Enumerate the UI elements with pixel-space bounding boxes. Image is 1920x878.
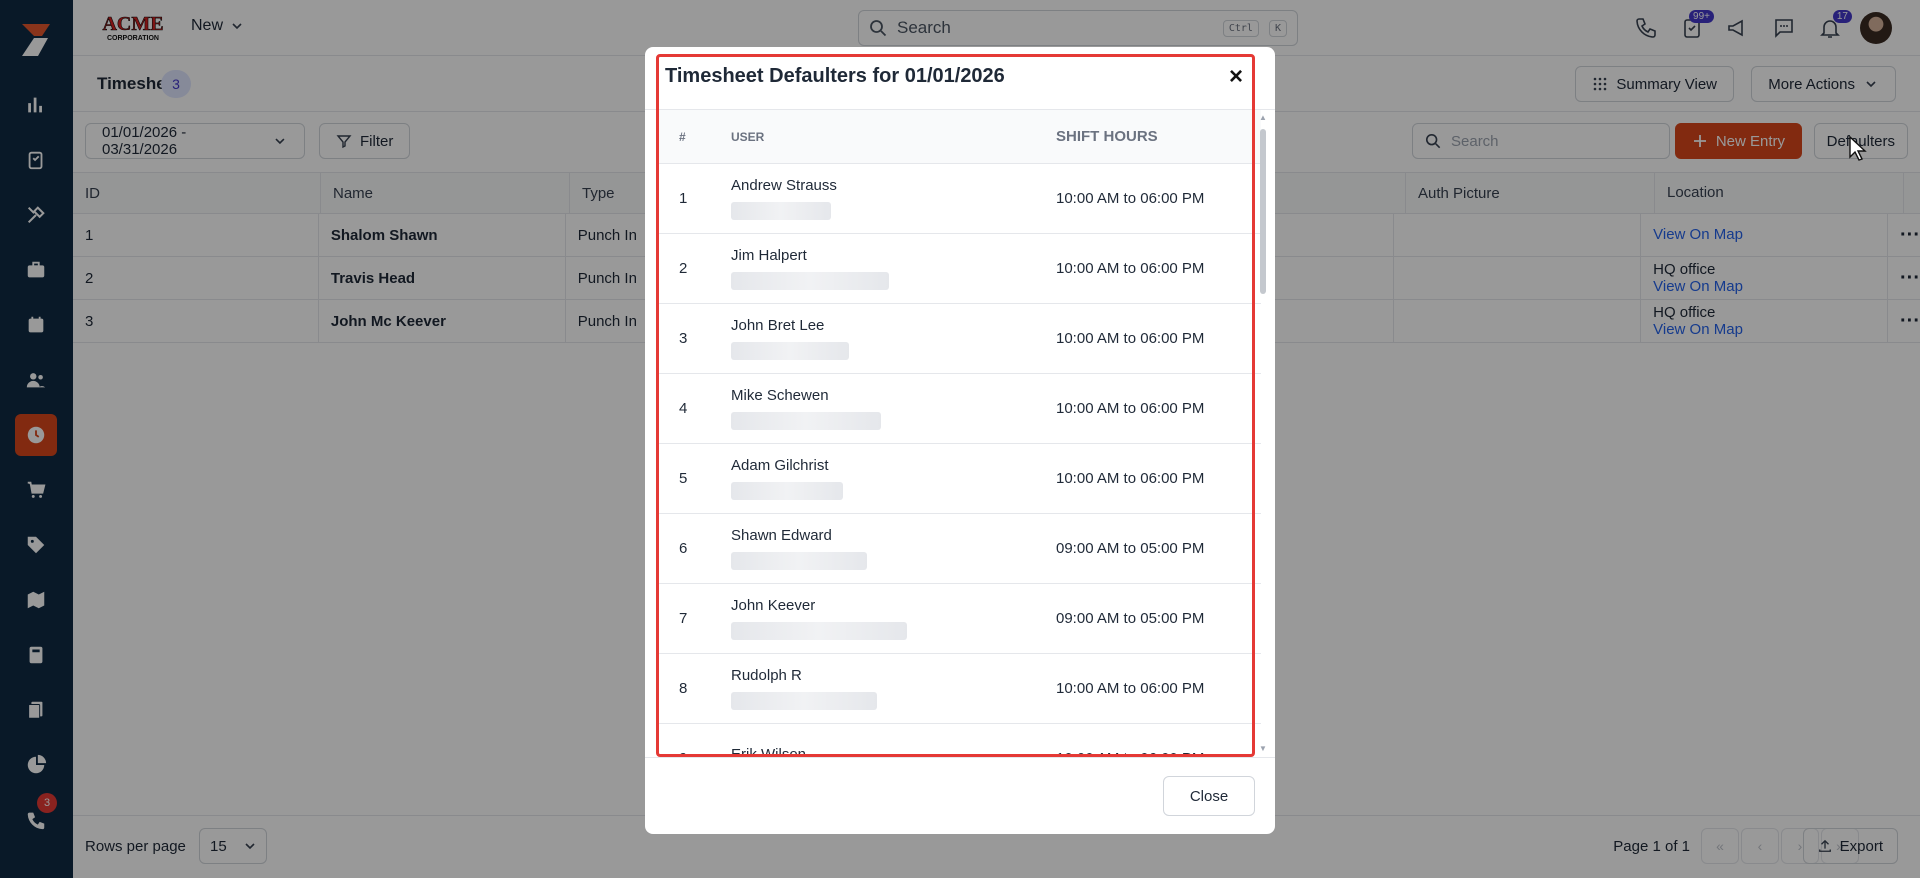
defaulter-name: Jim Halpert bbox=[731, 247, 807, 264]
defaulter-row: 2 Jim Halpert 10:00 AM to 06:00 PM bbox=[659, 234, 1261, 304]
redacted-field bbox=[731, 622, 907, 640]
defaulter-user: John Keever bbox=[729, 597, 1056, 640]
col-header-number: # bbox=[679, 129, 686, 144]
defaulter-user: Adam Gilchrist bbox=[729, 457, 1056, 500]
defaulter-number: 6 bbox=[679, 540, 688, 557]
defaulter-number: 3 bbox=[679, 330, 688, 347]
redacted-field bbox=[731, 342, 849, 360]
redacted-field bbox=[731, 692, 877, 710]
scroll-down-arrow-icon[interactable]: ▼ bbox=[1259, 744, 1267, 753]
scroll-up-arrow-icon[interactable]: ▲ bbox=[1259, 113, 1267, 122]
defaulter-number: 7 bbox=[679, 610, 688, 627]
defaulter-shift-hours: 09:00 AM to 05:00 PM bbox=[1056, 540, 1205, 557]
close-button[interactable]: Close bbox=[1163, 776, 1255, 816]
defaulter-shift-hours: 10:00 AM to 06:00 PM bbox=[1056, 260, 1205, 277]
defaulter-shift-hours: 10:00 AM to 06:00 PM bbox=[1056, 680, 1205, 697]
defaulter-name: Erik Wilson bbox=[731, 746, 1056, 754]
defaulter-number: 8 bbox=[679, 680, 688, 697]
defaulter-user: Andrew Strauss bbox=[729, 177, 1056, 220]
defaulter-number: 4 bbox=[679, 400, 688, 417]
defaulter-shift-hours: 10:00 AM to 06:00 PM bbox=[1056, 470, 1205, 487]
scroll-thumb[interactable] bbox=[1260, 129, 1266, 294]
defaulter-name: Adam Gilchrist bbox=[731, 457, 829, 474]
defaulter-number: 1 bbox=[679, 190, 688, 207]
defaulter-user: Mike Schewen bbox=[729, 387, 1056, 430]
redacted-field bbox=[731, 412, 881, 430]
defaulter-shift-hours: 10:00 AM to 06:00 PM bbox=[1056, 190, 1205, 207]
app-root: 3 ACME CORPORATION New Search Ctrl K 99+ bbox=[0, 0, 1920, 878]
defaulter-name: John Bret Lee bbox=[731, 317, 825, 334]
redacted-field bbox=[731, 552, 867, 570]
defaulter-row: 5 Adam Gilchrist 10:00 AM to 06:00 PM bbox=[659, 444, 1261, 514]
defaulter-user: Shawn Edward bbox=[729, 527, 1056, 570]
defaulter-user: Erik Wilson bbox=[729, 746, 1056, 754]
defaulters-list[interactable]: # USER SHIFT HOURS 1 Andrew Strauss 10:00 … bbox=[659, 110, 1261, 754]
defaulter-row: 9Erik Wilson10:00 AM to 06:00 PM bbox=[659, 724, 1261, 754]
defaulter-row: 8 Rudolph R 10:00 AM to 06:00 PM bbox=[659, 654, 1261, 724]
defaulter-name: Mike Schewen bbox=[731, 387, 829, 404]
redacted-field bbox=[731, 202, 831, 220]
defaulters-modal: Timesheet Defaulters for 01/01/2026 × # … bbox=[645, 47, 1275, 834]
defaulter-row: 3 John Bret Lee 10:00 AM to 06:00 PM bbox=[659, 304, 1261, 374]
defaulter-user: Rudolph R bbox=[729, 667, 1056, 710]
defaulter-row: 7 John Keever 09:00 AM to 05:00 PM bbox=[659, 584, 1261, 654]
defaulter-name: Rudolph R bbox=[731, 667, 802, 684]
modal-title: Timesheet Defaulters for 01/01/2026 bbox=[665, 65, 1005, 87]
defaulter-number: 9 bbox=[659, 750, 729, 754]
modal-scrollbar[interactable]: ▲ ▼ bbox=[1258, 113, 1268, 753]
defaulter-number: 2 bbox=[679, 260, 688, 277]
defaulter-shift-hours: 10:00 AM to 06:00 PM bbox=[1056, 330, 1205, 347]
defaulter-row: 6 Shawn Edward 09:00 AM to 05:00 PM bbox=[659, 514, 1261, 584]
modal-footer-divider bbox=[645, 757, 1275, 758]
close-icon[interactable]: × bbox=[1229, 63, 1243, 91]
defaulter-shift-hours: 09:00 AM to 05:00 PM bbox=[1056, 610, 1205, 627]
col-header-user: USER bbox=[731, 129, 765, 144]
defaulter-name: John Keever bbox=[731, 597, 816, 614]
defaulter-row: 4 Mike Schewen 10:00 AM to 06:00 PM bbox=[659, 374, 1261, 444]
defaulters-header-row: # USER SHIFT HOURS bbox=[659, 110, 1261, 164]
defaulter-name: Andrew Strauss bbox=[731, 177, 837, 194]
defaulter-shift-hours: 10:00 AM to 06:00 PM bbox=[1056, 400, 1205, 417]
defaulter-number: 5 bbox=[679, 470, 688, 487]
col-header-shift-hours: SHIFT HOURS bbox=[1056, 128, 1158, 145]
redacted-field bbox=[731, 482, 843, 500]
defaulter-name: Shawn Edward bbox=[731, 527, 832, 544]
defaulter-user: Jim Halpert bbox=[729, 247, 1056, 290]
defaulter-user: John Bret Lee bbox=[729, 317, 1056, 360]
redacted-field bbox=[731, 272, 889, 290]
mouse-cursor-icon bbox=[1849, 136, 1867, 161]
defaulter-shift-hours: 10:00 AM to 06:00 PM bbox=[1056, 750, 1261, 754]
defaulter-row: 1 Andrew Strauss 10:00 AM to 06:00 PM bbox=[659, 164, 1261, 234]
